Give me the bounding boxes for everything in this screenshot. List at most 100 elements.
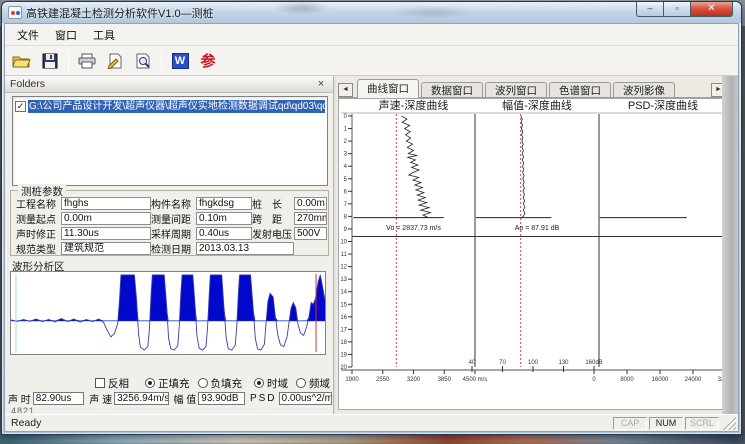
param-field-test-date[interactable]: 2013.03.13 <box>196 242 294 255</box>
tab-scroll-left-icon[interactable]: ◄ <box>338 83 353 97</box>
parameters-button[interactable]: 参 <box>195 49 221 73</box>
resize-grip[interactable] <box>722 416 736 430</box>
invert-label: 反相 <box>108 376 129 391</box>
maximize-button[interactable]: ▫ <box>664 2 691 17</box>
menu-window[interactable]: 窗口 <box>47 24 85 46</box>
file-checkbox[interactable]: ✓ <box>15 101 26 112</box>
menu-bar: 文件 窗口 工具 <box>5 24 738 46</box>
svg-text:70: 70 <box>499 360 506 366</box>
svg-text:40: 40 <box>469 360 476 366</box>
word-report-button[interactable]: W <box>167 49 193 73</box>
invert-checkbox[interactable] <box>95 378 105 388</box>
amplitude-label: 幅 值 <box>174 391 197 406</box>
save-button[interactable] <box>37 49 63 73</box>
fill-negative-control: 负填充 <box>198 376 243 391</box>
param-field-pile-length[interactable]: 0.00m <box>294 197 327 210</box>
preview-button[interactable] <box>130 49 156 73</box>
param-label: 检测日期 <box>151 241 196 256</box>
svg-text:PSD-深度曲线: PSD-深度曲线 <box>628 99 698 112</box>
param-field-time-correction[interactable]: 11.30us <box>61 227 151 240</box>
svg-text:声速-深度曲线: 声速-深度曲线 <box>379 99 449 112</box>
close-panel-icon[interactable]: × <box>314 78 328 91</box>
svg-text:3: 3 <box>344 152 348 158</box>
chart-panel: ◄ 曲线窗口 数据窗口 波列窗口 色谱窗口 波列影像 ► 声速-深度曲线幅值-深… <box>336 76 728 414</box>
svg-text:Ao = 87.91 dB: Ao = 87.91 dB <box>515 225 560 232</box>
depth-chart-svg: 声速-深度曲线幅值-深度曲线PSD-深度曲线012345678910111213… <box>339 99 724 410</box>
file-list[interactable]: ✓ G:\公司产品设计开发\超声仪器\超声仪实地检测数据调试qd\qd03\qd… <box>12 96 328 186</box>
param-label: 构件名称 <box>151 196 196 211</box>
status-bar: Ready CAP NUM SCRL <box>5 414 738 431</box>
param-field-span[interactable]: 270mm <box>294 212 327 225</box>
close-button[interactable]: ✕ <box>691 2 733 17</box>
word-icon: W <box>172 53 189 69</box>
param-label: 工程名称 <box>16 196 61 211</box>
freq-domain-radio[interactable] <box>296 378 306 388</box>
printer-icon <box>78 53 96 69</box>
tab-curve-window[interactable]: 曲线窗口 <box>357 79 419 98</box>
svg-text:10: 10 <box>340 240 347 246</box>
window-gutter <box>722 76 738 414</box>
param-field-start[interactable]: 0.00m <box>61 212 151 225</box>
tab-wavetrain-image[interactable]: 波列影像 <box>613 82 675 98</box>
invert-control: 反相 <box>95 376 129 391</box>
sound-velocity-field[interactable]: 3256.94m/s <box>114 392 168 405</box>
waveform-controls: 反相 正填充 负填充 时域 <box>5 376 332 390</box>
tab-data-window[interactable]: 数据窗口 <box>421 82 483 98</box>
svg-text:1900: 1900 <box>345 377 359 383</box>
minimize-button[interactable]: – <box>636 2 664 17</box>
tab-wavetrain-window[interactable]: 波列窗口 <box>485 82 547 98</box>
title-bar[interactable]: 高铁建混凝土检测分析软件V1.0—测桩 <box>2 2 741 23</box>
fill-negative-radio[interactable] <box>198 378 208 388</box>
svg-text:3850: 3850 <box>438 377 452 383</box>
window-title: 高铁建混凝土检测分析软件V1.0—测桩 <box>26 5 214 21</box>
param-field-voltage[interactable]: 500V <box>294 227 327 240</box>
menu-tools[interactable]: 工具 <box>85 24 123 46</box>
svg-text:17: 17 <box>340 327 347 333</box>
caps-indicator: CAP <box>613 417 647 430</box>
param-field-project-name[interactable]: fhghs <box>61 197 151 210</box>
svg-text:11: 11 <box>341 252 348 258</box>
tab-spectrum-window[interactable]: 色谱窗口 <box>549 82 611 98</box>
svg-text:19: 19 <box>340 352 347 358</box>
waveform-analysis-area[interactable] <box>10 271 326 355</box>
svg-text:18: 18 <box>340 340 347 346</box>
save-floppy-icon <box>42 53 58 69</box>
export-button[interactable] <box>102 49 128 73</box>
open-button[interactable] <box>9 49 35 73</box>
clipped-text: 4821 <box>11 406 35 413</box>
time-domain-radio[interactable] <box>254 378 264 388</box>
svg-text:8000: 8000 <box>620 377 634 383</box>
param-field-spec-type[interactable]: 建筑规范 <box>61 242 151 255</box>
toolbar: W 参 <box>5 46 738 76</box>
status-message: Ready <box>7 417 611 429</box>
fill-positive-label: 正填充 <box>158 376 190 391</box>
amplitude-field[interactable]: 93.90dB <box>198 392 245 405</box>
psd-field[interactable]: 0.00us^2/m <box>279 392 332 405</box>
print-button[interactable] <box>74 49 100 73</box>
fill-positive-radio[interactable] <box>145 378 155 388</box>
svg-text:160dB: 160dB <box>585 360 602 366</box>
fill-positive-control: 正填充 <box>145 376 190 391</box>
svg-text:0: 0 <box>344 114 348 120</box>
param-field-component-name[interactable]: fhgkdsg <box>196 197 252 210</box>
file-list-item[interactable]: ✓ G:\公司产品设计开发\超声仪器\超声仪实地检测数据调试qd\qd03\qd… <box>15 99 325 113</box>
svg-text:130: 130 <box>558 360 569 366</box>
svg-text:15: 15 <box>340 302 347 308</box>
svg-text:24000: 24000 <box>685 377 702 383</box>
param-label: 规范类型 <box>16 241 61 256</box>
sound-time-field[interactable]: 82.90us <box>33 392 85 405</box>
param-field-sample-period[interactable]: 0.40us <box>196 227 252 240</box>
svg-text:16000: 16000 <box>652 377 669 383</box>
menu-file[interactable]: 文件 <box>9 24 47 46</box>
param-field-spacing[interactable]: 0.10m <box>196 212 252 225</box>
svg-text:12: 12 <box>340 265 347 271</box>
pile-params-group: 测桩参数 工程名称 fhghs 构件名称 fhgkdsg 桩 长 0.00m 测… <box>10 190 329 256</box>
svg-text:Vo = 2837.73 m/s: Vo = 2837.73 m/s <box>386 225 441 232</box>
depth-curves-chart[interactable]: 声速-深度曲线幅值-深度曲线PSD-深度曲线012345678910111213… <box>338 98 724 410</box>
param-label: 采样周期 <box>151 226 196 241</box>
param-label: 测量间距 <box>151 211 196 226</box>
svg-text:8: 8 <box>344 214 348 220</box>
param-label: 跨 距 <box>252 211 294 226</box>
document-pen-icon <box>107 53 123 69</box>
psd-label: PSD <box>250 393 277 404</box>
